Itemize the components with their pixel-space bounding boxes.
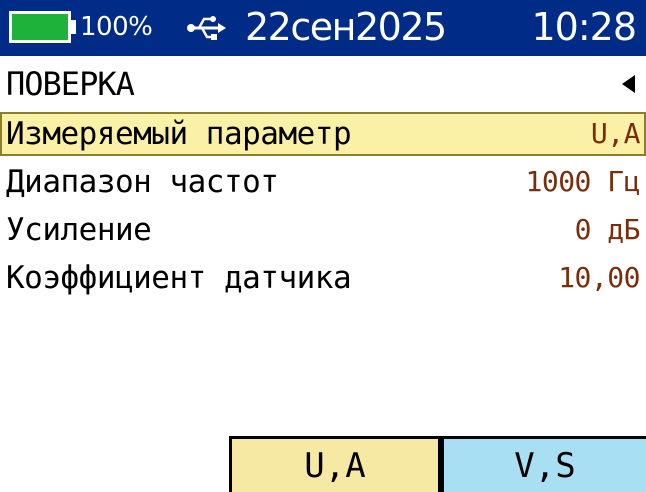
- param-row-measured-parameter[interactable]: Измеряемый параметр U,A: [0, 112, 646, 156]
- param-row-gain[interactable]: Усиление 0 дБ: [0, 208, 646, 252]
- param-value: 0 дБ: [574, 213, 641, 246]
- softkey-u-a[interactable]: U,A: [229, 436, 441, 492]
- param-row-sensor-coefficient[interactable]: Коэффициент датчика 10,00: [0, 256, 646, 300]
- battery-tip: [71, 20, 76, 34]
- usb-icon: [187, 16, 226, 40]
- battery-level-fill: [12, 14, 68, 40]
- param-label: Измеряемый параметр: [6, 116, 352, 152]
- status-bar: 100% 22сен2025 10:28: [0, 0, 646, 56]
- triangle-left-icon[interactable]: [620, 72, 636, 96]
- param-row-frequency-range[interactable]: Диапазон частот 1000 Гц: [0, 160, 646, 204]
- softkey-v-s[interactable]: V,S: [441, 436, 646, 492]
- battery-icon: [9, 11, 71, 43]
- device-screen: 100% 22сен2025 10:28 ПОВЕРКА Измеряемый …: [0, 0, 646, 492]
- param-value: U,A: [590, 117, 641, 150]
- status-time: 10:28: [531, 5, 637, 49]
- param-value: 1000 Гц: [525, 165, 640, 198]
- battery-percent: 100%: [80, 12, 153, 42]
- param-label: Усиление: [6, 212, 152, 248]
- param-label: Диапазон частот: [6, 164, 279, 200]
- param-label: Коэффициент датчика: [6, 260, 352, 296]
- status-date: 22сен2025: [245, 5, 447, 49]
- param-value: 10,00: [558, 261, 640, 294]
- page-title: ПОВЕРКА: [6, 65, 135, 103]
